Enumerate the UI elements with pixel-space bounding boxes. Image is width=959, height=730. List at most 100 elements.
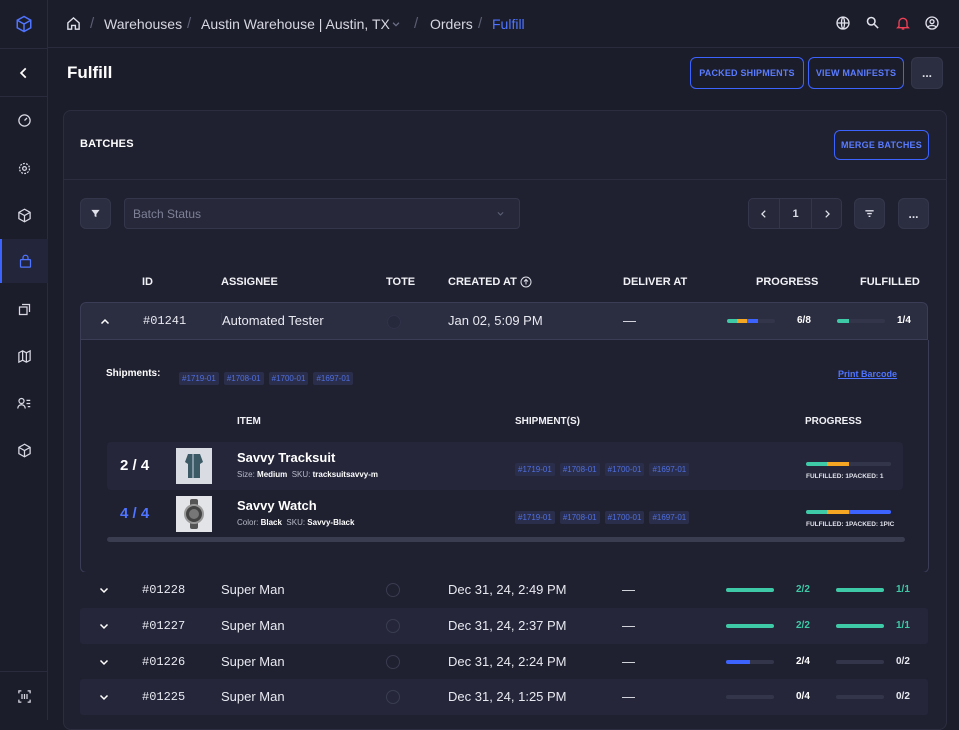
- item-attributes: Size: Medium SKU: tracksuitsavvy-m: [237, 470, 378, 479]
- settings-gear-icon[interactable]: [0, 150, 48, 186]
- sort-options-icon[interactable]: [854, 198, 885, 229]
- shipments-stack-icon[interactable]: [0, 291, 48, 327]
- breadcrumb-separator: /: [414, 15, 419, 32]
- cube-logo-icon[interactable]: [0, 6, 48, 42]
- packed-shipments-button[interactable]: PACKED SHIPMENTS: [690, 57, 804, 89]
- prev-page-icon[interactable]: [749, 199, 780, 228]
- item-name: Savvy Watch: [237, 498, 317, 513]
- inventory-box-icon[interactable]: [0, 432, 48, 468]
- users-list-icon[interactable]: [0, 385, 48, 421]
- progress-ratio: 2/2: [796, 620, 810, 631]
- batches-title: BATCHES: [80, 138, 134, 150]
- shipment-chip[interactable]: #1708-01: [559, 463, 600, 476]
- breadcrumb-separator: /: [478, 15, 483, 32]
- sku-label: SKU:: [286, 518, 306, 527]
- horizontal-scrollbar[interactable]: [107, 537, 905, 542]
- map-icon[interactable]: [0, 338, 48, 374]
- bell-alert-icon[interactable]: [895, 15, 911, 31]
- attr-label: Size:: [237, 470, 255, 479]
- table-row[interactable]: #01226 Super Man Dec 31, 24, 2:24 PM — 2/4 0/…: [80, 644, 928, 680]
- created-at: Dec 31, 24, 2:49 PM: [448, 582, 567, 597]
- item-shipment-chips: #1719-01 #1708-01 #1700-01 #1697-01: [515, 459, 694, 477]
- item-count: 4 / 4: [120, 505, 150, 522]
- shipment-chip[interactable]: #1697-01: [649, 463, 690, 476]
- col-progress: PROGRESS: [756, 276, 819, 288]
- chevron-up-icon[interactable]: [99, 316, 111, 328]
- batch-id: #01228: [142, 583, 186, 597]
- shipment-chip[interactable]: #1700-01: [604, 511, 645, 524]
- col-item: ITEM: [237, 416, 261, 427]
- table-more-button[interactable]: ...: [898, 198, 929, 229]
- filter-icon[interactable]: [80, 198, 111, 229]
- progress-ratio: 2/4: [796, 656, 810, 667]
- deliver-at: —: [622, 618, 635, 633]
- search-icon[interactable]: [865, 15, 880, 30]
- breadcrumb-orders[interactable]: Orders: [430, 16, 473, 32]
- batch-status-select[interactable]: Batch Status: [124, 198, 520, 229]
- breadcrumb-warehouses[interactable]: Warehouses: [104, 16, 182, 32]
- shipment-chip[interactable]: #1719-01: [515, 463, 555, 476]
- chevron-down-icon[interactable]: [98, 620, 110, 632]
- shipments-label: Shipments:: [106, 368, 161, 379]
- batches-card: BATCHES MERGE BATCHES Batch Status 1 ...…: [63, 110, 947, 730]
- home-icon[interactable]: [66, 16, 81, 31]
- shipment-chip[interactable]: #1719-01: [515, 511, 555, 524]
- fulfilled-ratio: 1/4: [897, 315, 911, 326]
- shipment-chip[interactable]: #1697-01: [649, 511, 690, 524]
- table-row[interactable]: #01225 Super Man Dec 31, 24, 1:25 PM — 0/4 0/…: [80, 679, 928, 715]
- package-icon[interactable]: [0, 197, 48, 233]
- more-actions-button[interactable]: ...: [911, 57, 943, 89]
- batch-status-placeholder: Batch Status: [133, 207, 202, 221]
- table-row-expanded[interactable]: #01241 Automated Tester Jan 02, 5:09 PM …: [80, 302, 928, 340]
- chevron-down-icon[interactable]: [391, 19, 401, 29]
- chevron-down-icon: [496, 209, 505, 218]
- shipment-chip[interactable]: #1700-01: [268, 372, 309, 385]
- merge-batches-button[interactable]: MERGE BATCHES: [834, 130, 929, 160]
- item-thumbnail-image: [176, 496, 212, 532]
- pagination: 1: [748, 198, 842, 229]
- shipment-chip[interactable]: #1700-01: [604, 463, 645, 476]
- assignee: Super Man: [221, 689, 285, 704]
- progress-ratio: 0/4: [796, 691, 810, 702]
- print-barcode-link[interactable]: Print Barcode: [838, 369, 897, 379]
- sort-ascending-icon[interactable]: [520, 276, 532, 288]
- col-created-at[interactable]: CREATED AT: [448, 276, 517, 288]
- item-status: FULFILLED: 1PACKED: 1PIC: [806, 521, 895, 528]
- progress-ratio: 2/2: [796, 584, 810, 595]
- side-rail: [0, 0, 48, 720]
- account-icon[interactable]: [924, 15, 940, 31]
- shipment-chip[interactable]: #1697-01: [313, 372, 354, 385]
- chevron-down-icon[interactable]: [98, 656, 110, 668]
- fulfilled-ratio: 0/2: [896, 691, 910, 702]
- sku-value: tracksuitsavvy-m: [312, 470, 378, 479]
- item-progress-bar: [806, 510, 891, 514]
- dashboard-icon[interactable]: [0, 102, 48, 138]
- shipment-chip[interactable]: #1719-01: [179, 372, 219, 385]
- assignee: Super Man: [221, 582, 285, 597]
- item-row[interactable]: 2 / 4 Savvy Tracksuit Size: Medium SKU: …: [107, 442, 903, 490]
- item-row[interactable]: 4 / 4 Savvy Watch Color: Black SKU: Savv…: [107, 490, 903, 538]
- breadcrumb-current: Fulfill: [492, 16, 525, 32]
- breadcrumb-warehouse[interactable]: Austin Warehouse | Austin, TX: [201, 16, 390, 32]
- chevron-down-icon[interactable]: [98, 691, 110, 703]
- shipment-chip[interactable]: #1708-01: [559, 511, 600, 524]
- batch-id: #01225: [142, 690, 186, 704]
- tote-indicator: [387, 315, 401, 329]
- progress-bar: [727, 319, 775, 323]
- barcode-scan-icon[interactable]: [0, 678, 48, 714]
- chevron-down-icon[interactable]: [98, 584, 110, 596]
- deliver-at: —: [622, 582, 635, 597]
- batch-detail-panel: Shipments: #1719-01 #1708-01 #1700-01 #1697…: [80, 340, 929, 573]
- table-row[interactable]: #01227 Super Man Dec 31, 24, 2:37 PM — 2/2 1/…: [80, 608, 928, 644]
- view-manifests-button[interactable]: VIEW MANIFESTS: [808, 57, 904, 89]
- table-row[interactable]: #01228 Super Man Dec 31, 24, 2:49 PM — 2/2 1/…: [80, 572, 928, 608]
- orders-bag-icon[interactable]: [0, 239, 48, 283]
- next-page-icon[interactable]: [811, 199, 842, 228]
- item-thumbnail-image: [176, 448, 212, 484]
- shipment-chip[interactable]: #1708-01: [223, 372, 264, 385]
- collapse-chevron-icon[interactable]: [0, 55, 48, 91]
- shipment-chips: #1719-01 #1708-01 #1700-01 #1697-01: [179, 368, 358, 386]
- globe-icon[interactable]: [835, 15, 851, 31]
- current-page[interactable]: 1: [780, 199, 811, 228]
- tote-indicator: [386, 619, 400, 633]
